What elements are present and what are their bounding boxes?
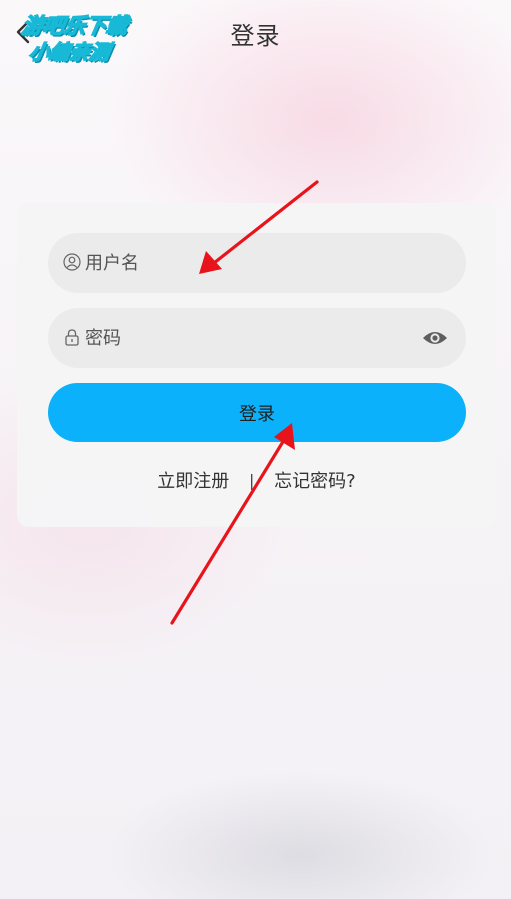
- link-separator: |: [249, 470, 255, 490]
- login-button[interactable]: 登录: [48, 383, 466, 442]
- register-link[interactable]: 立即注册: [157, 467, 229, 493]
- forgot-password-link[interactable]: 忘记密码?: [274, 467, 356, 493]
- password-input[interactable]: [85, 308, 415, 368]
- watermark-logo: 游吧乐下载 小编亲测: [7, 8, 158, 68]
- login-card: 登录 立即注册 | 忘记密码?: [17, 203, 496, 527]
- lock-icon: [65, 329, 79, 346]
- password-field[interactable]: [48, 308, 466, 368]
- auth-links: 立即注册 | 忘记密码?: [17, 467, 496, 493]
- username-field[interactable]: [48, 233, 466, 293]
- eye-icon[interactable]: [422, 327, 448, 349]
- user-icon: [63, 253, 81, 271]
- watermark-line-2: 小编亲测: [27, 39, 113, 65]
- username-input[interactable]: [85, 233, 415, 293]
